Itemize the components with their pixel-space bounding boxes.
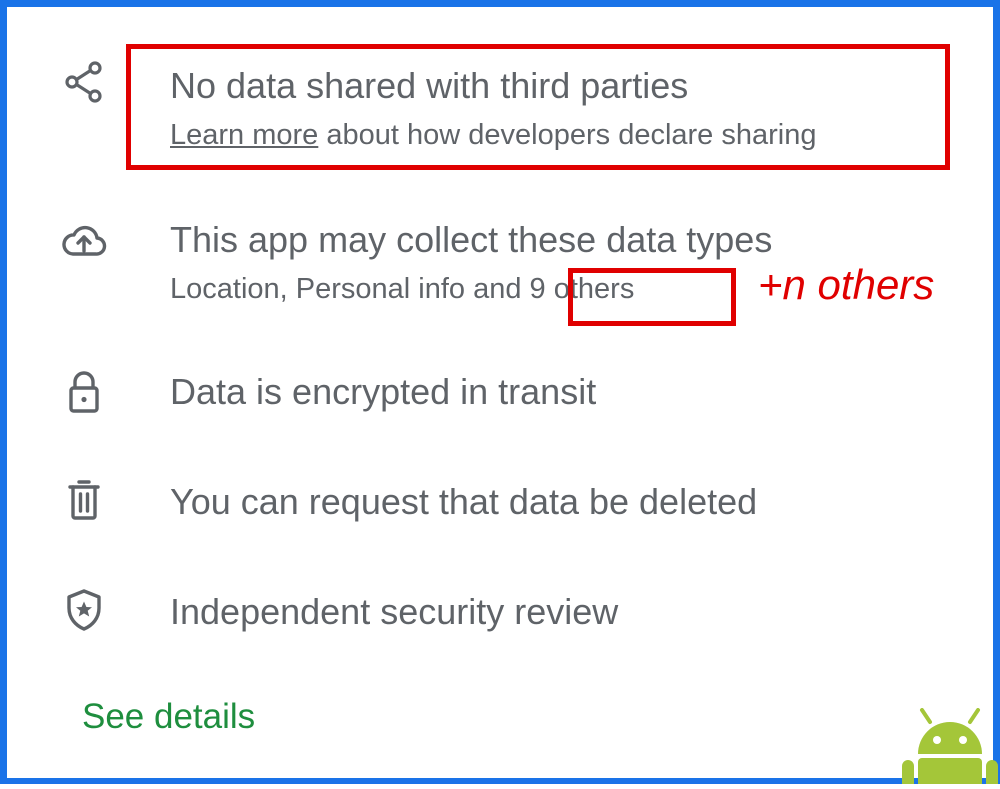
- highlight-box-sharing: [126, 44, 950, 170]
- cloud-upload-icon: [60, 218, 108, 266]
- annotation-label: +n others: [758, 261, 935, 308]
- collect-subtitle: Location, Personal info and 9 others: [170, 272, 634, 306]
- collect-subtitle-prefix: Location, Personal info and: [170, 273, 530, 305]
- trash-icon: [60, 476, 108, 524]
- shield-star-icon: [60, 586, 108, 634]
- see-details-link[interactable]: See details: [82, 696, 255, 738]
- share-icon: [60, 58, 108, 106]
- deletion-title: You can request that data be deleted: [170, 481, 758, 522]
- lock-icon: [60, 368, 108, 416]
- encryption-title: Data is encrypted in transit: [170, 371, 597, 412]
- highlight-box-others: [568, 268, 736, 326]
- security-review-title: Independent security review: [170, 591, 619, 632]
- collect-title: This app may collect these data types: [170, 219, 773, 260]
- android-robot-icon: [900, 708, 1000, 789]
